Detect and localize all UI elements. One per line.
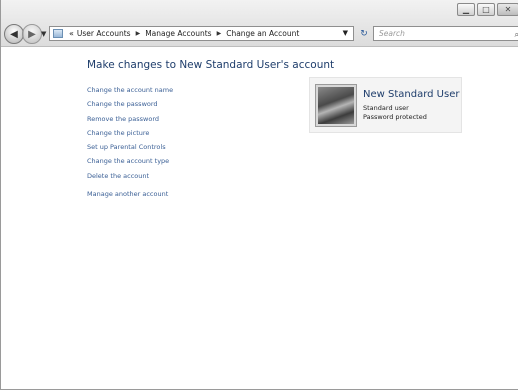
- breadcrumb-change-account[interactable]: Change an Account: [226, 29, 299, 38]
- breadcrumb-separator-icon[interactable]: ▶: [136, 30, 141, 37]
- account-type: Standard user: [363, 104, 409, 112]
- recent-pages-dropdown-icon[interactable]: ▼: [41, 30, 46, 38]
- back-arrow-icon: ◀: [10, 28, 18, 40]
- search-input[interactable]: Search ⌕: [373, 26, 518, 41]
- control-panel-icon: [53, 29, 63, 38]
- account-status: Password protected: [363, 113, 427, 121]
- delete-account-link[interactable]: Delete the account: [87, 169, 173, 183]
- change-account-type-link[interactable]: Change the account type: [87, 154, 173, 168]
- address-dropdown-icon[interactable]: ▼: [343, 29, 348, 37]
- search-icon[interactable]: ⌕: [515, 28, 518, 41]
- forward-arrow-icon: ▶: [28, 28, 36, 40]
- account-card: New Standard User Standard user Password…: [309, 77, 462, 133]
- search-placeholder: Search: [379, 29, 405, 38]
- window: ▁ □ ✕ ◀ ▶ ▼ « User Accounts ▶ Manage Acc…: [0, 0, 518, 390]
- breadcrumb-separator-icon[interactable]: ▶: [217, 30, 222, 37]
- refresh-button[interactable]: ↻: [357, 26, 371, 41]
- refresh-icon: ↻: [360, 28, 368, 39]
- change-picture-link[interactable]: Change the picture: [87, 126, 173, 140]
- remove-password-link[interactable]: Remove the password: [87, 112, 173, 126]
- page-title: Make changes to New Standard User's acco…: [87, 59, 335, 71]
- maximize-button[interactable]: □: [477, 3, 495, 16]
- back-button[interactable]: ◀: [4, 24, 24, 44]
- account-name: New Standard User: [363, 89, 460, 100]
- address-overflow[interactable]: «: [69, 29, 74, 38]
- change-password-link[interactable]: Change the password: [87, 97, 173, 111]
- breadcrumb-manage-accounts[interactable]: Manage Accounts: [145, 29, 211, 38]
- user-picture: [316, 85, 356, 126]
- address-bar[interactable]: « User Accounts ▶ Manage Accounts ▶ Chan…: [49, 26, 354, 41]
- caption-buttons: ▁ □ ✕: [457, 3, 518, 16]
- parental-controls-link[interactable]: Set up Parental Controls: [87, 140, 173, 154]
- minimize-button[interactable]: ▁: [457, 3, 475, 16]
- forward-button[interactable]: ▶: [22, 24, 42, 44]
- manage-another-account-link[interactable]: Manage another account: [87, 187, 173, 201]
- window-chrome: ▁ □ ✕ ◀ ▶ ▼ « User Accounts ▶ Manage Acc…: [1, 0, 518, 47]
- change-account-name-link[interactable]: Change the account name: [87, 83, 173, 97]
- task-list: Change the account name Change the passw…: [87, 83, 173, 201]
- close-button[interactable]: ✕: [497, 3, 518, 16]
- breadcrumb-user-accounts[interactable]: User Accounts: [77, 29, 131, 38]
